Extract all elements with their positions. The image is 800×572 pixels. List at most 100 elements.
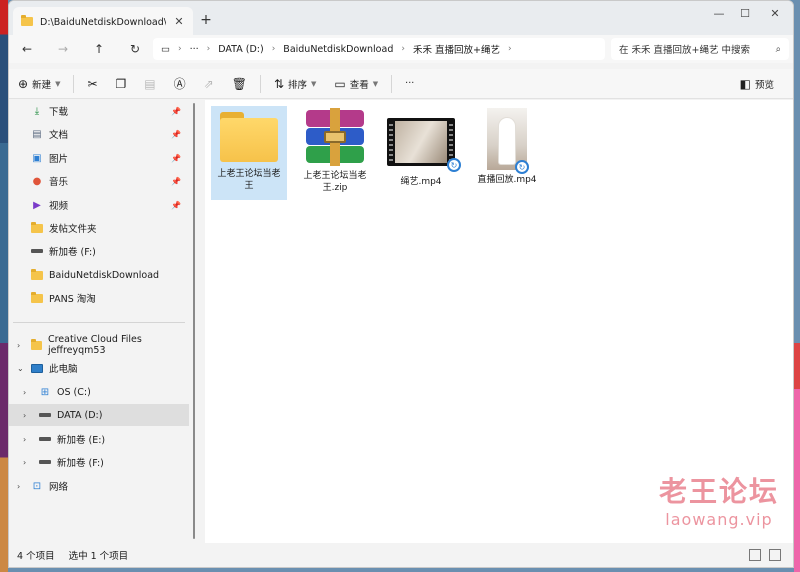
file-item-video-rope[interactable]: ↻ 绳艺.mp4 — [383, 106, 461, 200]
paste-button[interactable]: ▤ — [135, 72, 164, 96]
chevron-down-icon[interactable]: ⌄ — [17, 364, 24, 373]
file-explorer-window: D:\BaiduNetdiskDownload\禾禾 ✕ + — ☐ ✕ ← →… — [8, 0, 794, 568]
video-thumbnail: ↻ — [387, 118, 461, 172]
title-bar: D:\BaiduNetdiskDownload\禾禾 ✕ + — ☐ ✕ — [9, 1, 793, 35]
file-item-folder[interactable]: 上老王论坛当老王 — [211, 106, 287, 200]
pin-icon: 📌 — [171, 176, 181, 186]
sidebar-item-label: 网络 — [49, 482, 69, 493]
sort-button[interactable]: ⇅ 排序 ▼ — [265, 72, 325, 96]
sidebar-item-label: 图片 — [49, 154, 69, 165]
trash-icon: 🗑 — [231, 76, 247, 91]
sidebar-item-label: DATA (D:) — [57, 409, 103, 421]
share-button[interactable]: ⇗ — [195, 72, 223, 96]
up-button[interactable]: ↑ — [81, 42, 117, 56]
sidebar-item-drive-d[interactable]: › DATA (D:) — [9, 404, 189, 426]
sidebar-item-drive-f[interactable]: 新加卷 (F:) — [9, 240, 189, 262]
copy-button[interactable]: ❐ — [107, 72, 136, 96]
sidebar-item-drive-f-tree[interactable]: › 新加卷 (F:) — [9, 451, 189, 473]
folder-icon — [31, 221, 43, 233]
sidebar-item-downloads[interactable]: ⤓ 下载 📌 — [9, 100, 189, 122]
chevron-right-icon[interactable]: › — [23, 388, 26, 397]
divider — [73, 74, 75, 93]
watermark-url: laowang.vip — [665, 510, 773, 529]
sidebar-scrollbar-thumb[interactable] — [193, 103, 195, 539]
sidebar-item-drive-c[interactable]: › ⊞ OS (C:) — [9, 381, 189, 403]
sidebar-item-videos[interactable]: ▶ 视频 📌 — [9, 194, 189, 216]
breadcrumb-folder[interactable]: BaiduNetdiskDownload — [283, 44, 393, 55]
chevron-right-icon[interactable]: › — [17, 482, 20, 491]
pin-icon: 📌 — [171, 106, 181, 116]
search-icon: ⌕ — [775, 43, 781, 55]
sidebar-item-label: PANS 淘淘 — [49, 294, 96, 305]
details-view-icon[interactable] — [749, 549, 761, 561]
breadcrumb-drive[interactable]: DATA (D:) — [218, 44, 263, 55]
navigation-pane: ⤓ 下载 📌 ▤ 文档 📌 ▣ 图片 📌 ● 音乐 📌 ▶ 视频 📌 发帖文件夹 — [9, 100, 191, 545]
folder-icon — [31, 338, 42, 350]
new-button[interactable]: ⊕ 新建 ▼ — [9, 72, 69, 96]
sidebar-item-documents[interactable]: ▤ 文档 📌 — [9, 123, 189, 145]
sidebar-item-label: 音乐 — [49, 177, 69, 188]
sidebar-item-label: OS (C:) — [57, 386, 91, 398]
sidebar-item-label: 发帖文件夹 — [49, 224, 97, 235]
share-icon: ⇗ — [203, 76, 214, 91]
watermark-title: 老王论坛 — [658, 475, 779, 508]
pin-icon: 📌 — [171, 129, 181, 139]
chevron-right-icon[interactable]: › — [23, 435, 26, 444]
sidebar-item-label: 此电脑 — [49, 364, 78, 375]
pin-icon: 📌 — [171, 200, 181, 210]
search-box[interactable]: 在 禾禾 直播回放+绳艺 中搜索 ⌕ — [611, 38, 789, 60]
sidebar-item-drive-e[interactable]: › 新加卷 (E:) — [9, 428, 189, 450]
sidebar-item-label: 新加卷 (F:) — [49, 247, 96, 258]
sidebar-item-network[interactable]: › ⊡ 网络 — [9, 475, 189, 497]
pictures-icon: ▣ — [32, 152, 42, 164]
more-locations-button[interactable]: ··· — [190, 44, 199, 55]
paste-icon: ▤ — [144, 76, 156, 91]
address-bar[interactable]: ▭ › ··· › DATA (D:) › BaiduNetdiskDownlo… — [153, 38, 605, 60]
chevron-right-icon[interactable]: › — [23, 458, 26, 467]
monitor-icon: ▭ — [161, 43, 170, 55]
refresh-button[interactable]: ↻ — [117, 42, 153, 56]
chevron-right-icon[interactable]: › — [17, 341, 20, 350]
chevron-right-icon: › — [401, 44, 405, 54]
sidebar-item-label: 新加卷 (F:) — [57, 458, 104, 469]
forward-button[interactable]: → — [45, 42, 81, 56]
tiles-view-icon[interactable] — [769, 549, 781, 561]
breadcrumb-current[interactable]: 禾禾 直播回放+绳艺 — [413, 42, 500, 56]
sidebar-item-label: BaiduNetdiskDownload — [49, 269, 160, 281]
new-tab-button[interactable]: + — [199, 12, 213, 28]
chevron-right-icon: › — [507, 44, 512, 54]
sidebar-item-post-folder[interactable]: 发帖文件夹 — [9, 217, 189, 239]
file-name: 绳艺.mp4 — [400, 177, 442, 187]
pc-icon — [31, 363, 43, 373]
preview-label: 预览 — [754, 79, 774, 91]
tab-close-icon[interactable]: ✕ — [173, 15, 185, 28]
minimize-button[interactable]: — — [709, 7, 729, 25]
cut-button[interactable]: ✂ — [78, 72, 106, 96]
sidebar-item-music[interactable]: ● 音乐 📌 — [9, 170, 189, 192]
rename-button[interactable]: Ⓐ — [165, 72, 195, 96]
command-bar: ⊕ 新建 ▼ ✂ ❐ ▤ Ⓐ ⇗ 🗑 ⇅ 排序 ▼ ▭ 查看 ▼ ··· ◧ 预… — [9, 69, 793, 99]
documents-icon: ▤ — [32, 128, 42, 140]
sidebar-item-pans[interactable]: PANS 淘淘 — [9, 287, 189, 309]
file-item-zip[interactable]: 上老王论坛当老王.zip — [297, 106, 373, 200]
sidebar-item-creative-cloud[interactable]: › Creative Cloud Files jeffreyqm53 — [9, 334, 189, 356]
sidebar-item-label: Creative Cloud Files jeffreyqm53 — [47, 334, 142, 356]
close-button[interactable]: ✕ — [765, 7, 785, 25]
more-options-button[interactable]: ··· — [396, 72, 423, 96]
music-icon: ● — [32, 175, 42, 187]
explorer-tab[interactable]: D:\BaiduNetdiskDownload\禾禾 ✕ — [13, 7, 193, 35]
view-button[interactable]: ▭ 查看 ▼ — [325, 72, 387, 96]
desktop-background-right — [794, 0, 800, 572]
folder-icon — [21, 14, 33, 26]
delete-button[interactable]: 🗑 — [223, 72, 256, 96]
maximize-button[interactable]: ☐ — [735, 7, 755, 25]
preview-button[interactable]: ◧ 预览 — [731, 72, 783, 96]
chevron-right-icon[interactable]: › — [23, 411, 26, 420]
sidebar-item-this-pc[interactable]: ⌄ 此电脑 — [9, 357, 189, 379]
file-item-video-replay[interactable]: ↻ 直播回放.mp4 — [469, 106, 545, 200]
pin-icon: 📌 — [171, 153, 181, 163]
back-button[interactable]: ← — [9, 42, 45, 56]
sidebar-item-pictures[interactable]: ▣ 图片 📌 — [9, 147, 189, 169]
sidebar-item-baidunetdisk[interactable]: BaiduNetdiskDownload — [9, 264, 189, 286]
videos-icon: ▶ — [33, 199, 41, 211]
